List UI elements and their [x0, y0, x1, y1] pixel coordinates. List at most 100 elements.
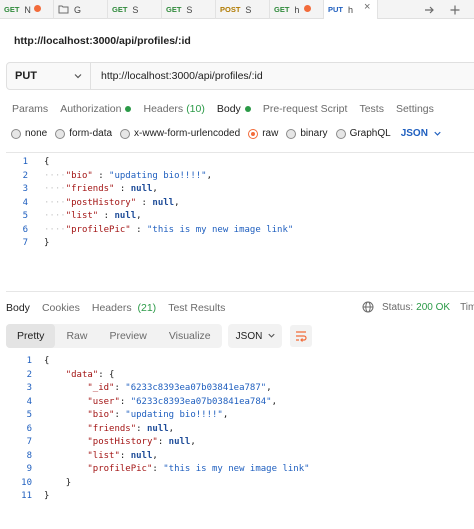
folder-icon [58, 4, 69, 16]
response-body-lines: 1{2 "data": {3 "_id": "6233c8393ea07b038… [6, 355, 474, 504]
json-brace: { [44, 157, 50, 167]
response-format-label: JSON [235, 330, 263, 342]
add-tab-icon[interactable] [444, 0, 466, 19]
json-punct: : [157, 437, 169, 447]
response-view-bar: Pretty Raw Preview Visualize JSON [6, 324, 312, 348]
line-number: 5 [26, 410, 32, 420]
body-type-none[interactable]: none [11, 128, 47, 139]
json-punct: } [65, 477, 72, 488]
method-select[interactable]: PUT [7, 63, 91, 89]
radio-selected-icon [248, 128, 259, 139]
json-key: "profilePic" [87, 464, 153, 474]
code-line: 4 ···· "postHistory" : null, [6, 197, 474, 211]
tab-test-results-label: Test Results [168, 302, 226, 314]
request-tab[interactable]: GET S [162, 0, 216, 19]
request-tab[interactable]: G [54, 0, 108, 19]
radio-icon [335, 128, 346, 139]
response-body-viewer[interactable]: 1{2 "data": {3 "_id": "6233c8393ea07b038… [6, 355, 474, 504]
json-key: "user" [87, 396, 120, 407]
view-preview-button[interactable]: Preview [98, 324, 157, 348]
view-visualize-button[interactable]: Visualize [158, 324, 222, 348]
body-type-form-data[interactable]: form-data [55, 128, 112, 139]
response-format-select[interactable]: JSON [227, 324, 282, 348]
status-value: 200 OK [416, 301, 451, 313]
body-type-urlencoded-label: x-www-form-urlencoded [134, 128, 241, 139]
code-line: 9 "profilePic": "this is my new image li… [6, 463, 474, 477]
tab-params[interactable]: Params [12, 103, 48, 115]
chevron-down-icon [434, 131, 441, 136]
line-number: 1 [22, 157, 28, 167]
body-type-binary[interactable]: binary [286, 128, 328, 139]
wrap-lines-button[interactable] [289, 325, 312, 347]
json-key: "friends" [65, 184, 115, 194]
json-separator: : [114, 184, 131, 194]
tab-prerequest-script[interactable]: Pre-request Script [263, 103, 348, 115]
close-icon[interactable]: × [364, 1, 370, 13]
json-punct: : [114, 410, 126, 420]
json-key: "bio" [87, 410, 115, 420]
json-punct: : [136, 423, 147, 434]
json-separator: : [98, 211, 115, 221]
json-key: "postHistory" [65, 197, 137, 208]
arrow-right-icon[interactable] [418, 0, 440, 19]
json-punct: : [119, 396, 131, 407]
response-headers-count: (21) [137, 302, 157, 314]
tab-label: S [132, 4, 139, 15]
code-line: 4 "user": "6233c8393ea07b03841ea784", [6, 396, 474, 410]
request-tab[interactable]: POST S [216, 0, 270, 19]
request-tab[interactable]: GET S [108, 0, 162, 19]
json-value: null [168, 437, 191, 447]
json-value: "this is my new image link" [163, 464, 310, 474]
tab-authorization[interactable]: Authorization [60, 103, 132, 115]
tab-tests-label: Tests [359, 103, 384, 115]
tab-authorization-label: Authorization [60, 103, 122, 115]
json-value: null [130, 184, 153, 194]
code-line: 5 "bio": "updating bio!!!!", [6, 409, 474, 423]
radio-icon [286, 128, 297, 139]
line-number: 3 [22, 184, 28, 194]
request-body-editor[interactable]: 1{2 ···· "bio" : "updating bio!!!!", 3 ···· "… [6, 152, 474, 292]
indent-guide: ···· [44, 184, 66, 194]
url-input[interactable] [101, 70, 401, 82]
json-punct: , [222, 410, 229, 420]
tab-method: GET [4, 5, 20, 14]
tab-method: GET [274, 5, 290, 14]
line-number: 7 [22, 238, 28, 248]
json-value: "updating bio!!!!" [125, 410, 223, 420]
tab-test-results[interactable]: Test Results [168, 302, 225, 314]
request-tab[interactable]: GET h [270, 0, 324, 19]
tab-response-body[interactable]: Body [6, 302, 30, 314]
body-type-graphql[interactable]: GraphQL [335, 128, 391, 139]
request-tab-strip: GET N G GET S GET S POST S GET h PUT h × [0, 0, 474, 19]
tab-prerequest-label: Pre-request Script [262, 103, 348, 115]
tab-response-headers[interactable]: Headers (21) [92, 302, 156, 314]
view-mode-segment: Pretty Raw Preview Visualize [6, 324, 222, 348]
body-type-none-label: none [25, 128, 48, 139]
tab-settings[interactable]: Settings [396, 103, 434, 115]
body-type-raw[interactable]: raw [248, 128, 278, 139]
code-line: 7} [6, 237, 474, 251]
view-pretty-button[interactable]: Pretty [6, 324, 56, 348]
tab-headers[interactable]: Headers (10) [143, 103, 204, 115]
json-value: "this is my new image link" [146, 224, 294, 235]
tab-response-cookies[interactable]: Cookies [42, 302, 80, 314]
tab-label: S [186, 4, 193, 15]
body-type-urlencoded[interactable]: x-www-form-urlencoded [120, 128, 240, 139]
radio-icon [55, 128, 66, 139]
body-format-select[interactable]: JSON [401, 128, 443, 139]
status-dot [125, 106, 132, 112]
json-key: "data" [65, 369, 99, 380]
tab-tests[interactable]: Tests [359, 103, 384, 115]
tab-params-label: Params [12, 103, 49, 115]
json-value: "6233c8393ea07b03841ea787" [125, 383, 267, 393]
globe-icon[interactable] [362, 301, 374, 313]
request-tab[interactable]: GET N [0, 0, 54, 19]
json-key: "friends" [87, 423, 137, 434]
view-raw-button[interactable]: Raw [55, 324, 98, 348]
line-number: 6 [26, 423, 32, 434]
request-tab[interactable]: PUT h × [324, 0, 378, 19]
json-key: "profilePic" [65, 224, 131, 235]
tab-body[interactable]: Body [217, 103, 251, 115]
code-line: 8 "list": null, [6, 450, 474, 464]
line-number: 8 [26, 450, 32, 461]
